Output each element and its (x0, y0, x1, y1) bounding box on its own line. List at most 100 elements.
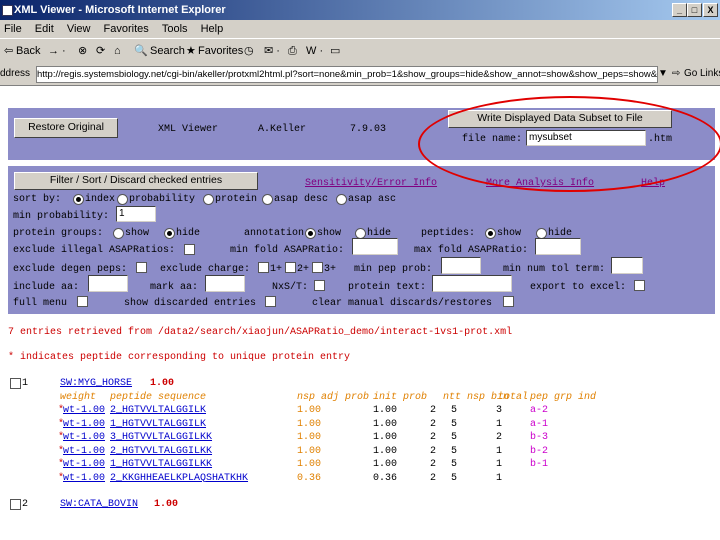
protein-groups-label: protein groups: (13, 228, 104, 239)
menu-tools[interactable]: Tools (162, 23, 188, 35)
forward-icon[interactable]: → · (48, 39, 66, 63)
include-aa-input[interactable] (88, 275, 128, 292)
go-button[interactable]: Go (684, 63, 697, 85)
home-icon[interactable]: ⌂ (114, 39, 121, 63)
exclude-charge-label: exclude charge: (160, 264, 251, 275)
groups-hide-label: hide (176, 228, 201, 239)
address-label: ddress (0, 68, 31, 79)
peptide-seq[interactable]: 1_HGTVVLTALGGILK (110, 419, 206, 430)
peptide-weight[interactable]: wt-1.00 (63, 459, 105, 470)
peps-show-radio[interactable] (485, 228, 496, 239)
peptide-init: 1.00 (373, 445, 398, 457)
sort-protein-radio[interactable] (203, 194, 214, 205)
menu-edit[interactable]: Edit (35, 23, 54, 35)
discuss-icon[interactable]: ▭ (330, 39, 340, 63)
peptide-seq[interactable]: 2_HGTVVLTALGGILKK (110, 446, 212, 457)
favorites-button[interactable]: Favorites (198, 39, 243, 63)
peptide-seq[interactable]: 1_HGTVVLTALGGILKK (110, 459, 212, 470)
export-excel-checkbox[interactable] (634, 280, 645, 291)
full-menu-checkbox[interactable] (77, 296, 88, 307)
entry-1-protein-link[interactable]: SW:MYG_HORSE (60, 378, 132, 389)
peptide-nsp: 1.00 (297, 418, 322, 430)
back-icon[interactable]: ⇦ (4, 39, 13, 63)
groups-show-radio[interactable] (113, 228, 124, 239)
minimize-button[interactable]: _ (672, 3, 687, 17)
min-num-tol-input[interactable] (611, 257, 643, 274)
max-fold-input[interactable] (535, 238, 581, 255)
min-fold-input[interactable] (352, 238, 398, 255)
full-menu-label: full menu (13, 298, 68, 309)
window-title: XML Viewer - Microsoft Internet Explorer (14, 4, 226, 16)
back-button[interactable]: Back (16, 39, 40, 63)
min-pep-prob-input[interactable] (441, 257, 481, 274)
maximize-button[interactable]: □ (687, 3, 702, 17)
charge-3-checkbox[interactable] (312, 262, 323, 273)
sensitivity-link[interactable]: Sensitivity/Error Info (305, 178, 437, 189)
restore-original-button[interactable]: Restore Original (14, 118, 118, 138)
filter-button[interactable]: Filter / Sort / Discard checked entries (14, 172, 258, 190)
favorites-icon[interactable]: ★ (186, 39, 196, 63)
exclude-degen-checkbox[interactable] (136, 262, 147, 273)
dropdown-arrow-icon[interactable]: ▼ (658, 63, 668, 85)
menu-view[interactable]: View (67, 23, 91, 35)
print-icon[interactable]: ⎙ (288, 39, 297, 63)
refresh-icon[interactable]: ⟳ (96, 39, 105, 63)
groups-hide-radio[interactable] (164, 228, 175, 239)
search-button[interactable]: Search (150, 39, 185, 63)
toolbar: ⇦ Back → · ⊗ ⟳ ⌂ 🔍 Search ★ Favorites ◷ … (0, 38, 720, 64)
peptide-seq[interactable]: 2_HGTVVLTALGGILK (110, 405, 206, 416)
address-url: http://regis.systemsbiology.net/cgi-bin/… (37, 69, 658, 80)
annotation-label: annotation: (244, 228, 311, 239)
sort-asap-asc-radio[interactable] (336, 194, 347, 205)
charge-2-checkbox[interactable] (285, 262, 296, 273)
min-probability-input[interactable]: 1 (116, 206, 156, 222)
address-input[interactable]: http://regis.systemsbiology.net/cgi-bin/… (36, 66, 658, 83)
show-discarded-label: show discarded entries (124, 298, 257, 309)
go-icon[interactable]: ⇨ (672, 63, 680, 85)
sort-asap-desc-radio[interactable] (262, 194, 273, 205)
peptide-weight[interactable]: wt-1.00 (63, 405, 105, 416)
peptide-nsp: 0.36 (297, 472, 322, 484)
peptide-weight[interactable]: wt-1.00 (63, 432, 105, 443)
peptide-total: 3 (496, 405, 503, 416)
peptide-grp: b-1 (530, 459, 549, 470)
stop-icon[interactable]: ⊗ (78, 39, 87, 63)
protein-text-input[interactable] (432, 275, 512, 292)
show-discarded-checkbox[interactable] (265, 296, 276, 307)
annot-show-radio[interactable] (305, 228, 316, 239)
peptide-weight[interactable]: wt-1.00 (63, 473, 105, 484)
history-icon[interactable]: ◷ (244, 39, 254, 63)
charge-1-label: 1+ (270, 264, 283, 275)
entry-1-checkbox[interactable] (10, 378, 21, 389)
menu-help[interactable]: Help (201, 23, 224, 35)
clear-manual-label: clear manual discards/restores (312, 298, 493, 309)
peptide-nsp: 1.00 (297, 405, 322, 416)
menu-favorites[interactable]: Favorites (104, 23, 149, 35)
charge-1-checkbox[interactable] (258, 262, 269, 273)
exclude-illegal-checkbox[interactable] (184, 244, 195, 255)
peptide-seq[interactable]: 2_KKGHHEAELKPLAQSHATKHK (110, 473, 248, 484)
nxst-checkbox[interactable] (314, 280, 325, 291)
edit-icon[interactable]: W · (306, 39, 323, 63)
entry-2-checkbox[interactable] (10, 499, 21, 510)
peptide-weight[interactable]: wt-1.00 (63, 419, 105, 430)
clear-manual-checkbox[interactable] (503, 296, 514, 307)
mark-aa-input[interactable] (205, 275, 245, 292)
peptide-weight[interactable]: wt-1.00 (63, 446, 105, 457)
sort-index-radio[interactable] (73, 194, 84, 205)
col-total: total (498, 392, 529, 403)
mail-icon[interactable]: ✉ · (264, 39, 280, 63)
peptide-init: 1.00 (373, 405, 398, 416)
peps-show-label: show (497, 228, 522, 239)
links-button[interactable]: Links (700, 63, 720, 85)
peptide-seq[interactable]: 3_HGTVVLTALGGILKK (110, 432, 212, 443)
close-button[interactable]: X (703, 3, 718, 17)
sort-probability-radio[interactable] (117, 194, 128, 205)
search-icon[interactable]: 🔍 (134, 39, 148, 63)
peptide-ntt: 2 (430, 432, 437, 443)
title-bar: XML Viewer - Microsoft Internet Explorer… (0, 0, 720, 20)
entry-2-protein-link[interactable]: SW:CATA_BOVIN (60, 499, 138, 510)
menu-file[interactable]: File (4, 23, 22, 35)
highlight-ellipse (418, 96, 720, 192)
min-pep-prob-label: min pep prob: (354, 264, 433, 275)
